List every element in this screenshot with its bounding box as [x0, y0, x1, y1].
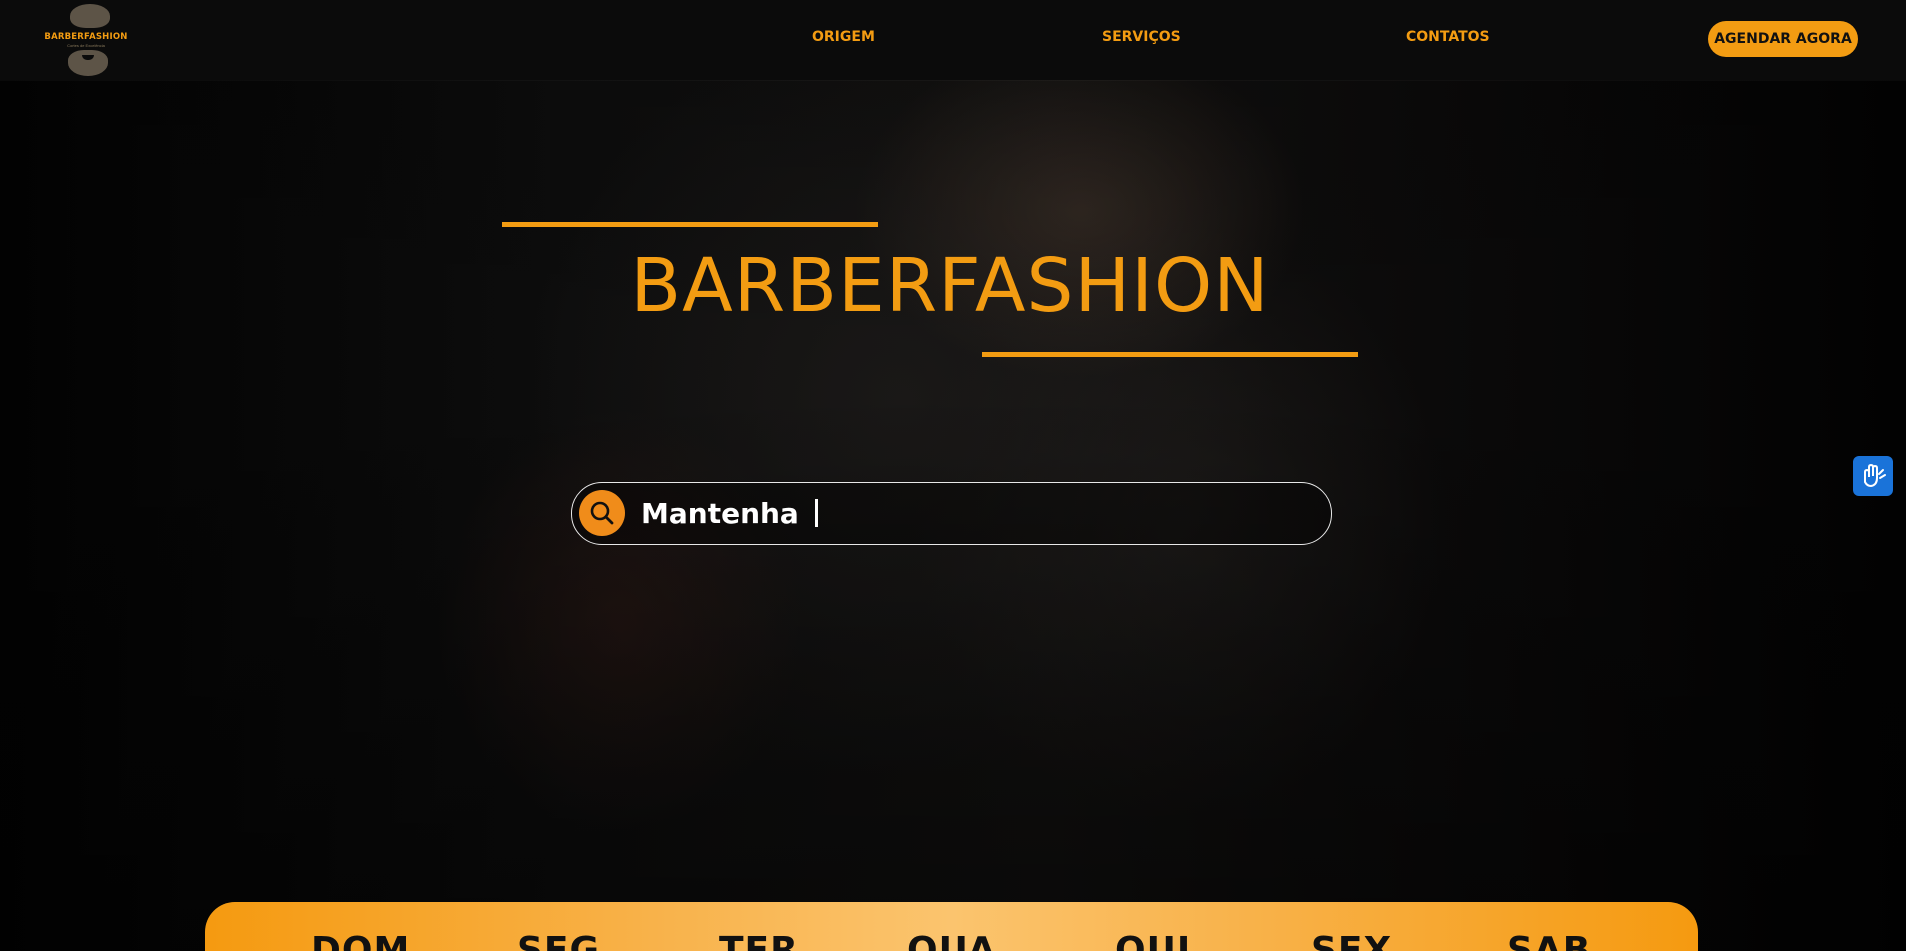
accessibility-widget-button[interactable]: [1853, 456, 1893, 496]
nav-link-servicos[interactable]: SERVIÇOS: [1102, 29, 1181, 45]
opening-days-bar: DOM SEG TER QUA QUI SEX SAB: [205, 902, 1698, 951]
title-decoration-line-bottom: [982, 352, 1358, 357]
day-sex: SEX: [1311, 930, 1393, 951]
day-seg: SEG: [517, 930, 601, 951]
text-caret: [814, 499, 818, 527]
logo-tagline: Cortes de Excelência: [67, 43, 105, 48]
nav-link-origem[interactable]: ORIGEM: [812, 29, 875, 45]
navbar: BARBERFASHION Cortes de Excelência ORIGE…: [0, 0, 1906, 80]
schedule-now-button[interactable]: AGENDAR AGORA: [1708, 21, 1858, 57]
nav-link-contatos[interactable]: CONTATOS: [1406, 29, 1490, 45]
title-decoration-line-top: [502, 222, 878, 227]
search-input-text: Mantenha: [641, 497, 799, 530]
logo-beard-graphic: [68, 50, 108, 76]
day-ter: TER: [719, 930, 799, 951]
day-qua: QUA: [907, 930, 997, 951]
day-qui: QUI: [1115, 930, 1192, 951]
search-input[interactable]: Mantenha: [641, 483, 818, 544]
day-dom: DOM: [311, 930, 411, 951]
page: BARBERFASHION Cortes de Excelência ORIGE…: [0, 0, 1906, 951]
hero-overlay: [0, 0, 1906, 951]
logo-hair-graphic: [70, 4, 110, 28]
day-sab: SAB: [1507, 930, 1592, 951]
hero-title: BARBERFASHION: [630, 243, 1270, 329]
search-box[interactable]: Mantenha: [571, 482, 1332, 545]
logo[interactable]: BARBERFASHION Cortes de Excelência: [40, 2, 132, 78]
search-icon: [590, 501, 614, 525]
logo-text: BARBERFASHION: [44, 32, 128, 42]
sign-language-hands-icon: [1864, 463, 1886, 488]
search-button[interactable]: [579, 490, 625, 536]
